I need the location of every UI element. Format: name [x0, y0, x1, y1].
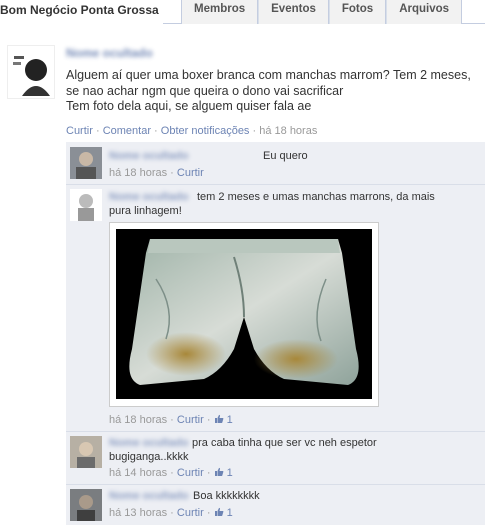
comment-avatar[interactable]	[70, 489, 102, 521]
comment-avatar[interactable]	[70, 189, 102, 221]
thumbs-up-icon	[214, 467, 223, 476]
like-count-value: 1	[226, 467, 233, 479]
comment-meta: há 18 horas · Curtir	[109, 167, 204, 179]
group-title[interactable]: Bom Negócio Ponta Grossa	[0, 0, 163, 24]
divider	[66, 184, 485, 185]
separator: ·	[167, 167, 177, 179]
comment-meta: há 14 horas · Curtir · 1	[109, 467, 233, 479]
tab-membros[interactable]: Membros	[181, 0, 259, 24]
comment-like-link[interactable]: Curtir	[177, 167, 204, 179]
comment-timestamp[interactable]: há 13 horas	[109, 507, 167, 519]
comment-timestamp[interactable]: há 18 horas	[109, 414, 167, 426]
comment-avatar[interactable]	[70, 436, 102, 468]
post-comment-link[interactable]: Comentar	[103, 125, 151, 137]
like-count[interactable]: 1	[214, 414, 233, 426]
separator: ·	[203, 414, 214, 426]
comment-timestamp[interactable]: há 18 horas	[109, 167, 167, 179]
thumbs-up-icon	[214, 414, 223, 423]
comment-author-name[interactable]: Nome ocultado	[109, 490, 188, 502]
like-count-value: 1	[226, 507, 233, 519]
comment-text: pra caba tinha que ser vc neh espetor bu…	[109, 437, 377, 463]
comment-author-name[interactable]: Nome ocultado	[109, 150, 188, 162]
comment-like-link[interactable]: Curtir	[177, 467, 204, 479]
comment-like-link[interactable]: Curtir	[177, 414, 204, 426]
separator: ·	[95, 125, 103, 137]
divider	[66, 431, 485, 432]
comment-avatar[interactable]	[70, 147, 102, 179]
comment-meta: há 18 horas · Curtir · 1	[109, 414, 233, 426]
group-tabs: Membros Eventos Fotos Arquivos	[181, 0, 463, 24]
separator: ·	[154, 125, 161, 137]
group-header: Bom Negócio Ponta Grossa Membros Eventos…	[0, 0, 485, 24]
tab-arquivos[interactable]: Arquivos	[386, 0, 463, 24]
post-like-link[interactable]: Curtir	[66, 125, 93, 137]
separator: ·	[203, 507, 214, 519]
thumbs-up-icon	[214, 507, 223, 516]
comment-text: Eu quero	[263, 150, 308, 162]
tab-eventos[interactable]: Eventos	[258, 0, 329, 24]
post-author-name[interactable]: Nome ocultado	[66, 46, 153, 60]
post-timestamp[interactable]: há 18 horas	[259, 125, 317, 137]
separator: ·	[203, 467, 214, 479]
divider	[66, 484, 485, 485]
post-actions: Curtir · Comentar · Obter notificações ·…	[66, 125, 317, 137]
separator: ·	[167, 507, 177, 519]
like-count[interactable]: 1	[214, 467, 233, 479]
comment-meta: há 13 horas · Curtir · 1	[109, 507, 233, 519]
comment-text: tem 2 meses e umas manchas marrons, da m…	[109, 191, 435, 217]
post-notify-link[interactable]: Obter notificações	[161, 125, 250, 137]
boxer-shorts-photo	[116, 229, 372, 399]
post-text: Alguem aí quer uma boxer branca com manc…	[66, 68, 471, 113]
comment-like-link[interactable]: Curtir	[177, 507, 204, 519]
separator: ·	[167, 467, 177, 479]
comment-text: Boa kkkkkkkk	[193, 490, 260, 502]
comment-timestamp[interactable]: há 14 horas	[109, 467, 167, 479]
like-count-value: 1	[226, 414, 233, 426]
post-author-avatar[interactable]	[7, 45, 55, 99]
separator: ·	[167, 414, 177, 426]
tab-fotos[interactable]: Fotos	[328, 0, 387, 24]
like-count[interactable]: 1	[214, 507, 233, 519]
comment-photo[interactable]	[109, 222, 379, 407]
